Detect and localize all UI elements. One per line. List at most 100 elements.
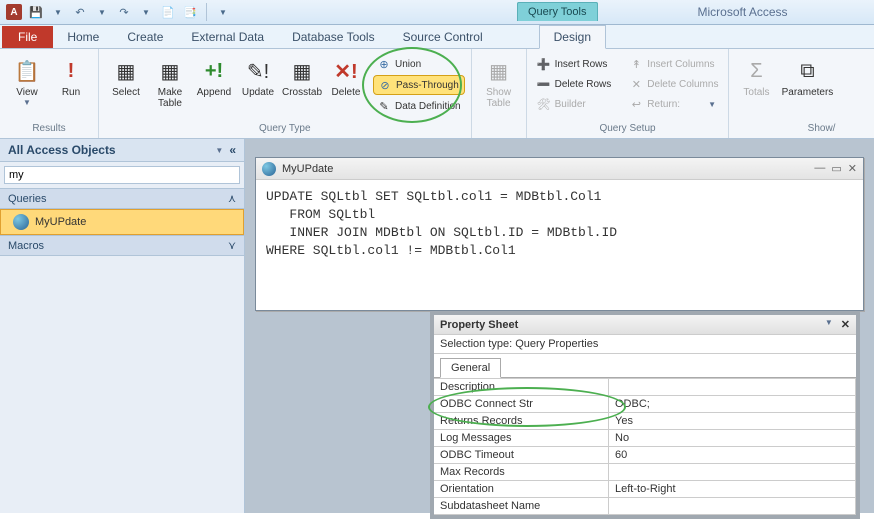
property-value[interactable] xyxy=(609,498,856,515)
delete-columns-button: ✕Delete Columns xyxy=(625,75,722,93)
property-row[interactable]: Subdatasheet Name xyxy=(434,498,856,515)
show-table-button: ▦Show Table xyxy=(478,55,520,111)
redo-dropdown-icon[interactable]: ▼ xyxy=(138,4,154,20)
union-button[interactable]: ⊕Union xyxy=(373,55,465,73)
group-query-type: ▦Select ▦Make Table +!Append ✎!Update ▦C… xyxy=(99,49,472,138)
nav-group-macros[interactable]: Macros ⋎ xyxy=(0,235,244,256)
nav-item-myupdate[interactable]: MyUPdate xyxy=(0,209,244,235)
maximize-icon[interactable]: ▭ xyxy=(831,162,841,175)
insert-rows-button[interactable]: ➕Insert Rows xyxy=(533,55,616,73)
save-icon[interactable]: 💾 xyxy=(28,4,44,20)
quick-access-toolbar: A 💾 ▼ ↶ ▼ ↷ ▼ 📄 📑 ▼ xyxy=(0,3,237,21)
delete-rows-button[interactable]: ➖Delete Rows xyxy=(533,75,616,93)
collapse-group-icon[interactable]: ⋏ xyxy=(228,192,236,205)
pass-through-icon: ⊘ xyxy=(378,78,392,92)
tab-general[interactable]: General xyxy=(440,358,501,378)
insert-rows-icon: ➕ xyxy=(537,57,551,71)
selection-type-label: Selection type: Query Properties xyxy=(434,335,856,354)
make-table-button[interactable]: ▦Make Table xyxy=(149,55,191,111)
view-icon: 📋 xyxy=(13,57,41,85)
property-value[interactable]: 60 xyxy=(609,447,856,464)
property-row[interactable]: Description xyxy=(434,379,856,396)
qat-item-icon[interactable]: 📑 xyxy=(182,4,198,20)
sql-window-titlebar[interactable]: MyUPdate — ▭ ✕ xyxy=(256,158,863,180)
ribbon: 📋 View ▼ ! Run Results ▦Select ▦Make Tab… xyxy=(0,49,874,139)
data-definition-button[interactable]: ✎Data Definition xyxy=(373,97,465,115)
group-showhide: ΣTotals ⧉Parameters Show/ xyxy=(729,49,841,138)
run-button[interactable]: ! Run xyxy=(50,55,92,100)
pass-through-button[interactable]: ⊘Pass-Through xyxy=(373,75,465,95)
property-row[interactable]: Log MessagesNo xyxy=(434,430,856,447)
close-icon[interactable]: ✕ xyxy=(841,318,850,331)
crosstab-icon: ▦ xyxy=(288,57,316,85)
group-results: 📋 View ▼ ! Run Results xyxy=(0,49,99,138)
nav-search xyxy=(4,166,240,184)
expand-group-icon[interactable]: ⋎ xyxy=(228,239,236,252)
undo-dropdown-icon[interactable]: ▼ xyxy=(94,4,110,20)
property-value[interactable] xyxy=(609,379,856,396)
property-sheet-title[interactable]: Property Sheet ▼ ✕ xyxy=(434,315,856,335)
minimize-icon[interactable]: — xyxy=(814,162,825,175)
return-icon: ↩ xyxy=(629,97,643,111)
property-row[interactable]: ODBC Connect StrODBC; xyxy=(434,396,856,413)
navigation-pane: All Access Objects ▼ « Queries ⋏ MyUPdat… xyxy=(0,139,245,513)
passthrough-query-icon xyxy=(13,214,29,230)
property-sheet: Property Sheet ▼ ✕ Selection type: Query… xyxy=(430,311,860,519)
redo-icon[interactable]: ↷ xyxy=(116,4,132,20)
parameters-button[interactable]: ⧉Parameters xyxy=(779,55,835,100)
data-definition-icon: ✎ xyxy=(377,99,391,113)
make-table-icon: ▦ xyxy=(156,57,184,85)
collapse-nav-icon[interactable]: « xyxy=(229,143,236,157)
mdi-area: MyUPdate — ▭ ✕ UPDATE SQLtbl SET SQLtbl.… xyxy=(245,139,874,513)
tab-create[interactable]: Create xyxy=(113,26,177,48)
update-icon: ✎! xyxy=(244,57,272,85)
union-icon: ⊕ xyxy=(377,57,391,71)
property-row[interactable]: Max Records xyxy=(434,464,856,481)
chevron-down-icon[interactable]: ▼ xyxy=(825,318,833,331)
property-value[interactable]: Left-to-Right xyxy=(609,481,856,498)
append-button[interactable]: +!Append xyxy=(193,55,235,100)
property-name: ODBC Timeout xyxy=(434,447,609,464)
sql-editor[interactable]: UPDATE SQLtbl SET SQLtbl.col1 = MDBtbl.C… xyxy=(256,180,863,310)
delete-icon: ✕! xyxy=(332,57,360,85)
view-button[interactable]: 📋 View ▼ xyxy=(6,55,48,109)
property-name: ODBC Connect Str xyxy=(434,396,609,413)
tab-database-tools[interactable]: Database Tools xyxy=(278,26,389,48)
property-tabs: General xyxy=(434,354,856,378)
search-input[interactable] xyxy=(4,166,240,184)
tab-external-data[interactable]: External Data xyxy=(177,26,278,48)
property-value[interactable]: Yes xyxy=(609,413,856,430)
qat-customize-icon[interactable]: ▼ xyxy=(215,4,231,20)
update-button[interactable]: ✎!Update xyxy=(237,55,279,100)
property-row[interactable]: ODBC Timeout60 xyxy=(434,447,856,464)
property-row[interactable]: OrientationLeft-to-Right xyxy=(434,481,856,498)
file-tab[interactable]: File xyxy=(2,26,53,48)
qat-dropdown-icon[interactable]: ▼ xyxy=(50,4,66,20)
tab-home[interactable]: Home xyxy=(53,26,113,48)
nav-header[interactable]: All Access Objects ▼ « xyxy=(0,139,244,162)
property-name: Subdatasheet Name xyxy=(434,498,609,515)
property-name: Max Records xyxy=(434,464,609,481)
property-grid: DescriptionODBC Connect StrODBC;Returns … xyxy=(434,378,856,515)
property-name: Returns Records xyxy=(434,413,609,430)
tab-design[interactable]: Design xyxy=(539,25,606,49)
insert-columns-icon: ↟ xyxy=(629,57,643,71)
select-button[interactable]: ▦Select xyxy=(105,55,147,100)
qat-item-icon[interactable]: 📄 xyxy=(160,4,176,20)
chevron-down-icon: ▼ xyxy=(23,98,31,107)
crosstab-button[interactable]: ▦Crosstab xyxy=(281,55,323,100)
chevron-down-icon[interactable]: ▼ xyxy=(215,146,223,155)
delete-button[interactable]: ✕!Delete xyxy=(325,55,367,100)
undo-icon[interactable]: ↶ xyxy=(72,4,88,20)
access-app-icon[interactable]: A xyxy=(6,4,22,20)
tab-source-control[interactable]: Source Control xyxy=(389,26,497,48)
property-row[interactable]: Returns RecordsYes xyxy=(434,413,856,430)
run-icon: ! xyxy=(57,57,85,85)
close-icon[interactable]: ✕ xyxy=(848,162,857,175)
app-title: Microsoft Access xyxy=(698,5,788,19)
ribbon-tabs: File Home Create External Data Database … xyxy=(0,25,874,49)
property-value[interactable]: No xyxy=(609,430,856,447)
property-value[interactable] xyxy=(609,464,856,481)
property-value[interactable]: ODBC; xyxy=(609,396,856,413)
nav-group-queries[interactable]: Queries ⋏ xyxy=(0,188,244,209)
